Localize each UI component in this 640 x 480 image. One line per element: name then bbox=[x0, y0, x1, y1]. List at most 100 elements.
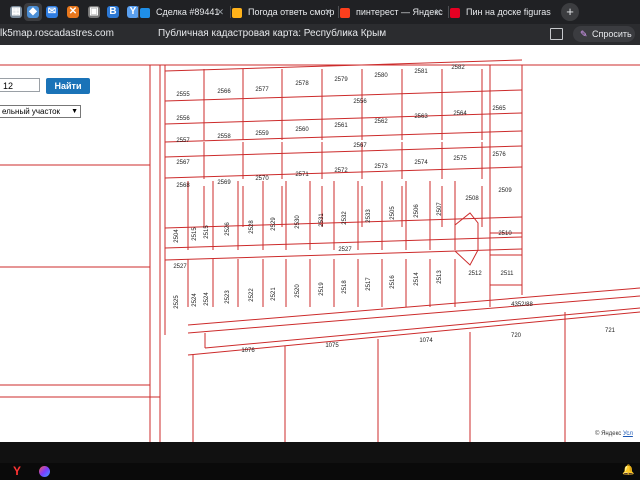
parcel-number-label[interactable]: 2567 bbox=[176, 160, 190, 166]
parcel-number-label[interactable]: 2510 bbox=[498, 231, 512, 237]
parcel-number-label[interactable]: 1075 bbox=[325, 343, 339, 349]
parcel-number-label[interactable]: 721 bbox=[605, 328, 616, 334]
parcel-number-label[interactable]: 2558 bbox=[217, 134, 231, 140]
map-viewport[interactable]: 2582 2555 2566 2577 2578 2579 2580 2581 2556 2556… bbox=[0, 45, 640, 442]
parcel-number-label[interactable]: 2526 bbox=[225, 222, 231, 236]
pinned-tab[interactable]: ✉ bbox=[43, 3, 61, 21]
parcel-number-label[interactable]: 2517 bbox=[366, 277, 372, 291]
parcel-number-label[interactable]: 2575 bbox=[453, 156, 467, 162]
cast-icon[interactable] bbox=[550, 28, 563, 40]
parcel-number-label[interactable]: 2527 bbox=[173, 264, 187, 270]
pinned-tab[interactable]: B bbox=[104, 3, 122, 21]
parcel-number-label[interactable]: 2524 bbox=[204, 292, 210, 306]
close-tab-icon[interactable]: ✕ bbox=[324, 0, 332, 24]
search-button[interactable]: Найти bbox=[46, 78, 90, 94]
browser-tab[interactable]: пинтерест — Яндекс ✕ bbox=[340, 0, 446, 24]
parcel-number-label[interactable]: 2579 bbox=[334, 77, 348, 83]
parcel-number-label[interactable]: 2556 bbox=[176, 116, 190, 122]
parcel-number-label[interactable]: 2522 bbox=[249, 288, 255, 302]
parcel-number-label[interactable]: 2565 bbox=[492, 106, 506, 112]
attribution-text: © Яндекс bbox=[595, 431, 622, 437]
pinned-tab[interactable]: ✕ bbox=[64, 3, 82, 21]
parcel-number-label[interactable]: 2525 bbox=[174, 295, 180, 309]
parcel-number-label[interactable]: 2562 bbox=[374, 119, 388, 125]
notification-bell-icon[interactable]: 🔔 bbox=[622, 465, 634, 476]
parcel-number-label[interactable]: 2576 bbox=[492, 152, 506, 158]
parcel-number-label[interactable]: 2512 bbox=[468, 271, 482, 277]
pinterest-icon bbox=[450, 7, 460, 18]
parcel-number-label[interactable]: 2533 bbox=[366, 209, 372, 223]
parcel-number-label[interactable]: 2580 bbox=[374, 73, 388, 79]
ask-ai-button[interactable]: ✎ Спросить bbox=[573, 26, 635, 42]
yandex-start-icon[interactable]: Y bbox=[13, 465, 21, 478]
parcel-number-label[interactable]: 2518 bbox=[342, 280, 348, 294]
parcel-number-label[interactable]: 2578 bbox=[295, 81, 309, 87]
parcel-number-label[interactable]: 4352/88 bbox=[511, 302, 533, 308]
parcel-number-label[interactable]: 1076 bbox=[241, 348, 255, 354]
parcel-number-label[interactable]: 2524 bbox=[192, 293, 198, 307]
parcel-number-label[interactable]: 2520 bbox=[295, 284, 301, 298]
parcel-number-label[interactable]: 2557 bbox=[176, 138, 190, 144]
parcel-number-label[interactable]: 2527 bbox=[338, 247, 352, 253]
pinned-tab[interactable]: ◆ bbox=[24, 3, 42, 21]
parcel-number-label[interactable]: 2581 bbox=[414, 69, 428, 75]
parcel-boundary bbox=[187, 311, 640, 356]
parcel-number-label[interactable]: 2570 bbox=[255, 176, 269, 182]
parcel-number-label[interactable]: 1074 bbox=[419, 338, 433, 344]
parcel-number-label[interactable]: 2573 bbox=[374, 164, 388, 170]
parcel-number-label[interactable]: 2564 bbox=[453, 111, 467, 117]
cadastral-map[interactable]: 2582 2555 2566 2577 2578 2579 2580 2581 2556 2556… bbox=[0, 45, 640, 442]
parcel-number-label[interactable]: 2511 bbox=[501, 271, 515, 277]
parcel-number-label[interactable]: 2561 bbox=[334, 123, 348, 129]
parcel-number-label[interactable]: 2563 bbox=[414, 114, 428, 120]
cadastral-search-input[interactable]: 12 bbox=[0, 78, 40, 92]
parcel-number-label[interactable]: 2523 bbox=[225, 290, 231, 304]
parcel-number-label[interactable]: 2559 bbox=[255, 131, 269, 137]
browser-tab[interactable]: Пин на доске figuras bbox=[450, 0, 554, 24]
parcel-number-label[interactable]: 2532 bbox=[342, 211, 348, 225]
parcel-number-label[interactable]: 2569 bbox=[217, 180, 231, 186]
parcel-number-label[interactable]: 2531 bbox=[319, 213, 325, 227]
browser-tab[interactable]: Погода ответь смотр ✕ bbox=[232, 0, 336, 24]
parcel-number-label[interactable]: 2515 bbox=[192, 227, 198, 241]
terms-link[interactable]: Усл bbox=[623, 431, 633, 437]
browser-tab[interactable]: Сделка #89441 ✕ bbox=[140, 0, 228, 24]
tab-title: Пин на доске figuras bbox=[466, 7, 551, 17]
url-field[interactable]: lk5map.roscadastres.com bbox=[0, 24, 114, 44]
parcel-number-label[interactable]: 2572 bbox=[334, 168, 348, 174]
parcel-number-label[interactable]: 2566 bbox=[217, 89, 231, 95]
parcel-number-label[interactable]: 2505 bbox=[390, 206, 396, 220]
parcel-number-label[interactable]: 2571 bbox=[295, 172, 309, 178]
pinned-tab[interactable]: ▦ bbox=[7, 3, 25, 21]
parcel-number-label[interactable]: 2577 bbox=[255, 87, 269, 93]
parcel-number-label[interactable]: 2515 bbox=[204, 225, 210, 239]
parcel-number-label[interactable]: 2514 bbox=[414, 272, 420, 286]
parcel-number-label[interactable]: 2528 bbox=[249, 220, 255, 234]
parcel-number-label[interactable]: 2521 bbox=[271, 287, 277, 301]
parcel-number-label[interactable]: 2513 bbox=[437, 270, 443, 284]
parcel-number-label[interactable]: 2568 bbox=[176, 183, 190, 189]
parcel-number-label[interactable]: 2529 bbox=[271, 217, 277, 231]
close-tab-icon[interactable]: ✕ bbox=[216, 0, 224, 24]
parcel-number-label[interactable]: 2582 bbox=[451, 65, 465, 71]
parcel-number-label[interactable]: 2509 bbox=[498, 188, 512, 194]
object-type-select[interactable]: ельный участок ▼ bbox=[0, 105, 81, 118]
parcel-number-label[interactable]: 2555 bbox=[176, 92, 190, 98]
parcel-number-label[interactable]: 2516 bbox=[390, 275, 396, 289]
yandex-browser-icon[interactable] bbox=[39, 466, 50, 477]
parcel-number-label[interactable]: 720 bbox=[511, 333, 522, 339]
parcel-number-label[interactable]: 2574 bbox=[414, 160, 428, 166]
close-tab-icon[interactable]: ✕ bbox=[434, 0, 442, 24]
parcel-number-label[interactable]: 2519 bbox=[319, 282, 325, 296]
pinned-tab[interactable]: ▣ bbox=[85, 3, 103, 21]
parcel-number-label[interactable]: 2508 bbox=[465, 196, 479, 202]
new-tab-button[interactable]: + bbox=[561, 3, 579, 21]
parcel-number-label[interactable]: 2530 bbox=[295, 215, 301, 229]
vk-icon: B bbox=[107, 6, 119, 18]
parcel-number-label[interactable]: 2507 bbox=[437, 202, 443, 216]
parcel-number-label[interactable]: 2504 bbox=[174, 229, 180, 243]
parcel-number-label[interactable]: 2506 bbox=[414, 204, 420, 218]
parcel-number-label[interactable]: 2567 bbox=[353, 143, 367, 149]
parcel-number-label[interactable]: 2560 bbox=[295, 127, 309, 133]
parcel-number-label[interactable]: 2556 bbox=[353, 99, 367, 105]
